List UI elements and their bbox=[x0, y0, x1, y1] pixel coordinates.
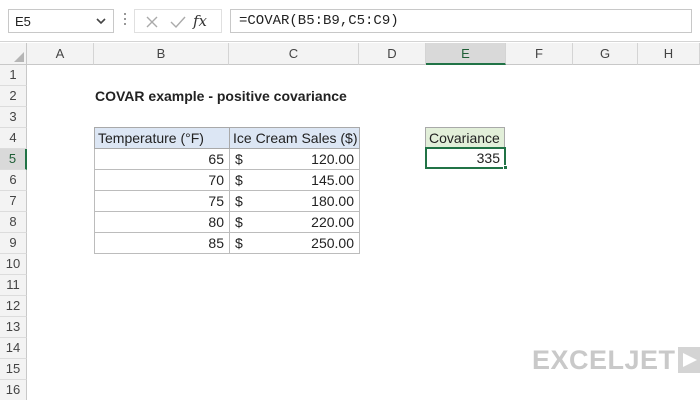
currency-symbol: $ bbox=[235, 235, 243, 251]
row-header-7[interactable]: 7 bbox=[0, 191, 27, 212]
name-box-value: E5 bbox=[15, 14, 31, 29]
logo-text: EXCELJET bbox=[532, 345, 676, 375]
select-all-triangle-icon bbox=[14, 52, 24, 62]
table-cell-sales[interactable]: $ 120.00 bbox=[229, 149, 360, 170]
row-header-12[interactable]: 12 bbox=[0, 296, 27, 317]
exceljet-logo: EXCELJET bbox=[532, 345, 700, 375]
column-header-e[interactable]: E bbox=[426, 43, 506, 65]
row-header-11[interactable]: 11 bbox=[0, 275, 27, 296]
column-header-a[interactable]: A bbox=[27, 43, 94, 65]
formula-input[interactable]: =COVAR(B5:B9,C5:C9) bbox=[230, 9, 692, 33]
column-header-c[interactable]: C bbox=[229, 43, 359, 65]
sheet-title-cell[interactable]: COVAR example - positive covariance bbox=[95, 86, 347, 107]
row-header-10[interactable]: 10 bbox=[0, 254, 27, 275]
table-cell-temperature[interactable]: 80 bbox=[94, 212, 230, 233]
table-cell-sales[interactable]: $ 220.00 bbox=[229, 212, 360, 233]
drag-handle-icon[interactable] bbox=[124, 13, 127, 29]
table-header-sales[interactable]: Ice Cream Sales ($) bbox=[229, 127, 360, 149]
table-cell-temperature[interactable]: 65 bbox=[94, 149, 230, 170]
row-header-1[interactable]: 1 bbox=[0, 65, 27, 86]
cancel-icon[interactable] bbox=[145, 15, 159, 29]
column-header-d[interactable]: D bbox=[359, 43, 426, 65]
insert-function-button[interactable]: fx bbox=[193, 12, 207, 30]
row-header-8[interactable]: 8 bbox=[0, 212, 27, 233]
enter-check-icon[interactable] bbox=[170, 15, 186, 29]
row-header-2[interactable]: 2 bbox=[0, 86, 27, 107]
select-all-corner[interactable] bbox=[0, 43, 27, 65]
currency-symbol: $ bbox=[235, 151, 243, 167]
row-header-14[interactable]: 14 bbox=[0, 338, 27, 359]
table-cell-temperature[interactable]: 85 bbox=[94, 233, 230, 254]
sales-amount: 145.00 bbox=[311, 172, 354, 188]
row-header-4[interactable]: 4 bbox=[0, 128, 27, 149]
row-header-3[interactable]: 3 bbox=[0, 107, 27, 128]
row-header-5[interactable]: 5 bbox=[0, 149, 27, 170]
fill-handle[interactable] bbox=[503, 165, 508, 170]
sales-amount: 250.00 bbox=[311, 235, 354, 251]
currency-symbol: $ bbox=[235, 214, 243, 230]
table-header-temperature[interactable]: Temperature (°F) bbox=[94, 127, 230, 149]
table-cell-temperature[interactable]: 70 bbox=[94, 170, 230, 191]
row-header-13[interactable]: 13 bbox=[0, 317, 27, 338]
currency-symbol: $ bbox=[235, 172, 243, 188]
row-header-9[interactable]: 9 bbox=[0, 233, 27, 254]
sales-amount: 220.00 bbox=[311, 214, 354, 230]
sales-amount: 180.00 bbox=[311, 193, 354, 209]
formula-bar: E5 fx =COVAR(B5:B9,C5:C9) bbox=[0, 0, 700, 42]
chevron-down-icon[interactable] bbox=[95, 14, 107, 28]
covariance-header-cell[interactable]: Covariance bbox=[425, 127, 505, 149]
sales-amount: 120.00 bbox=[311, 151, 354, 167]
column-header-b[interactable]: B bbox=[94, 43, 229, 65]
table-cell-temperature[interactable]: 75 bbox=[94, 191, 230, 212]
covariance-result-cell[interactable]: 335 bbox=[425, 147, 506, 169]
exceljet-mark-icon bbox=[678, 347, 700, 373]
column-header-h[interactable]: H bbox=[638, 43, 700, 65]
formula-text: =COVAR(B5:B9,C5:C9) bbox=[239, 13, 399, 29]
currency-symbol: $ bbox=[235, 193, 243, 209]
formula-actions: fx bbox=[134, 9, 222, 33]
table-cell-sales[interactable]: $ 145.00 bbox=[229, 170, 360, 191]
table-cell-sales[interactable]: $ 180.00 bbox=[229, 191, 360, 212]
row-header-15[interactable]: 15 bbox=[0, 359, 27, 380]
name-box[interactable]: E5 bbox=[8, 9, 114, 33]
row-header-6[interactable]: 6 bbox=[0, 170, 27, 191]
column-header-f[interactable]: F bbox=[506, 43, 573, 65]
row-header-16[interactable]: 16 bbox=[0, 380, 27, 400]
table-cell-sales[interactable]: $ 250.00 bbox=[229, 233, 360, 254]
column-header-g[interactable]: G bbox=[573, 43, 638, 65]
